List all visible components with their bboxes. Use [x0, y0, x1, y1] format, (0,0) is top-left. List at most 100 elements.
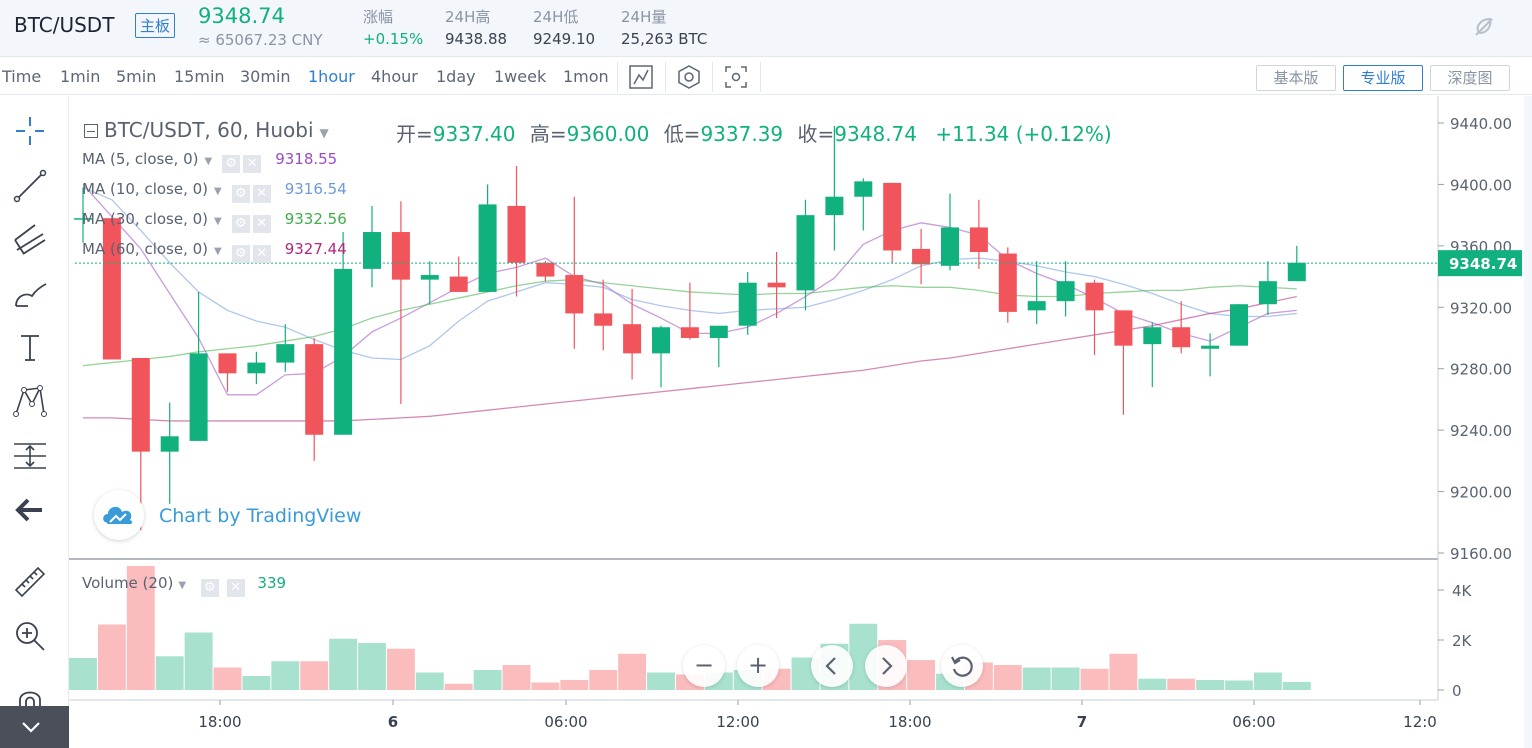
- chevron-down-icon[interactable]: ▼: [178, 580, 186, 591]
- candle-body: [334, 268, 353, 435]
- chevron-down-icon[interactable]: ▼: [320, 126, 329, 140]
- candle-body: [276, 344, 295, 363]
- reset-chart-button[interactable]: [941, 645, 983, 687]
- chart-legend-title[interactable]: BTC/USDT, 60, Huobi ▼: [84, 118, 329, 142]
- price-tick-label: 9280.00: [1450, 361, 1512, 379]
- minus-icon: −: [693, 651, 715, 679]
- close-value: 9348.74: [834, 122, 918, 146]
- time-tick-label: 6: [388, 713, 398, 731]
- time-tick-label: 18:00: [888, 713, 931, 731]
- close-icon[interactable]: ✕: [252, 245, 271, 263]
- chevron-down-icon[interactable]: ▼: [214, 186, 222, 197]
- volume-bar: [184, 632, 213, 690]
- candle-body: [623, 324, 642, 354]
- candle-body: [1287, 262, 1306, 282]
- close-icon[interactable]: ✕: [226, 579, 245, 597]
- volume-bar: [155, 656, 184, 690]
- volume-bar: [1253, 672, 1282, 690]
- candle-body: [594, 313, 613, 326]
- time-tick-label: 12:0: [1403, 713, 1437, 731]
- candle-body: [767, 282, 786, 288]
- volume-bar: [473, 670, 502, 690]
- volume-bar: [1196, 680, 1225, 690]
- chevron-down-icon[interactable]: ▼: [214, 216, 222, 227]
- indicator-row[interactable]: MA (30, close, 0) ▼ ⚙ ✕ 9332.56: [82, 210, 347, 233]
- candle-body: [391, 232, 410, 280]
- cloud-logo-icon: [103, 506, 133, 524]
- indicator-row[interactable]: MA (5, close, 0) ▼ ⚙ ✕ 9318.55: [82, 150, 337, 173]
- volume-bar: [69, 658, 97, 690]
- candle-body: [1027, 301, 1046, 311]
- candle-body: [1114, 310, 1133, 346]
- settings-gear-icon[interactable]: ⚙: [200, 579, 219, 597]
- tradingview-watermark[interactable]: Chart by TradingView: [159, 505, 361, 527]
- chevron-down-icon[interactable]: ▼: [214, 246, 222, 257]
- zoom-out-button[interactable]: −: [683, 645, 725, 687]
- price-chart[interactable]: 9440.00 9400.00 9360.00 9320.00 9280.00 9240.…: [0, 0, 1532, 748]
- volume-tick-label: 2K: [1452, 632, 1473, 650]
- volume-bar: [386, 648, 415, 690]
- candle-body: [680, 327, 699, 338]
- candle-body: [1258, 281, 1277, 305]
- close-icon[interactable]: ✕: [252, 215, 271, 233]
- indicator-name: MA (60, close, 0): [82, 240, 209, 258]
- volume-bar: [271, 661, 300, 690]
- settings-gear-icon[interactable]: ⚙: [231, 185, 250, 203]
- indicator-row[interactable]: MA (10, close, 0) ▼ ⚙ ✕ 9316.54: [82, 180, 347, 203]
- volume-tick-label: 4K: [1452, 582, 1473, 600]
- volume-bar: [618, 653, 647, 690]
- candle-body: [478, 204, 497, 292]
- time-tick-label: 7: [1077, 713, 1087, 731]
- volume-bar: [1282, 682, 1311, 690]
- price-tick-label: 9240.00: [1450, 422, 1512, 440]
- low-value: 9337.39: [700, 122, 784, 146]
- candle-body: [941, 227, 959, 266]
- volume-value: 339: [257, 574, 287, 592]
- candle-body: [1085, 282, 1104, 311]
- close-icon[interactable]: ✕: [252, 185, 271, 203]
- settings-gear-icon[interactable]: ⚙: [222, 155, 241, 173]
- close-label: 收=: [797, 122, 835, 146]
- chevron-left-icon: [825, 657, 836, 675]
- last-price-label: 9348.74: [1449, 255, 1517, 273]
- low-label: 低=: [663, 122, 701, 146]
- price-tick-label: 9320.00: [1450, 299, 1512, 317]
- time-tick-label: 06:00: [544, 713, 587, 731]
- close-icon[interactable]: ✕: [243, 155, 262, 173]
- volume-legend[interactable]: Volume (20) ▼ ⚙ ✕ 339: [82, 574, 286, 597]
- candle-body: [536, 262, 555, 277]
- volume-bar: [502, 665, 531, 690]
- tradingview-logo[interactable]: [94, 490, 144, 540]
- chevron-right-icon: [882, 657, 893, 675]
- scroll-right-button[interactable]: [865, 645, 907, 687]
- volume-bar: [993, 665, 1022, 690]
- volume-tick-label: 0: [1452, 682, 1462, 700]
- candle-body: [218, 353, 237, 374]
- volume-bar: [300, 661, 329, 690]
- candle-body: [1143, 327, 1162, 345]
- scrollbar-track[interactable]: [1524, 96, 1532, 748]
- volume-bar: [1225, 680, 1253, 690]
- candle-body: [131, 357, 150, 452]
- volume-bar: [531, 682, 560, 690]
- volume-bar: [213, 667, 242, 690]
- ohlc-readout: 开=9337.40 高=9360.00 低=9337.39 收=9348.74 …: [396, 118, 1112, 147]
- chart-title: BTC/USDT, 60, Huobi: [104, 118, 314, 142]
- zoom-in-button[interactable]: +: [737, 645, 779, 687]
- candle-body: [825, 196, 844, 216]
- plus-icon: +: [747, 651, 769, 679]
- settings-gear-icon[interactable]: ⚙: [231, 245, 250, 263]
- volume-bar: [1167, 678, 1196, 690]
- candle-body: [912, 248, 931, 265]
- indicator-row[interactable]: MA (60, close, 0) ▼ ⚙ ✕ 9327.44: [82, 240, 347, 263]
- scroll-left-button[interactable]: [811, 645, 853, 687]
- settings-gear-icon[interactable]: ⚙: [231, 215, 250, 233]
- high-value: 9360.00: [566, 122, 650, 146]
- indicator-value: 9318.55: [275, 150, 338, 168]
- chevron-down-icon[interactable]: ▼: [204, 156, 212, 167]
- collapse-legend-icon[interactable]: [84, 124, 98, 138]
- candle-body: [449, 276, 468, 292]
- price-tick-label: 9440.00: [1450, 115, 1512, 133]
- price-tick-label: 9200.00: [1450, 484, 1512, 502]
- candle-body: [1201, 345, 1220, 349]
